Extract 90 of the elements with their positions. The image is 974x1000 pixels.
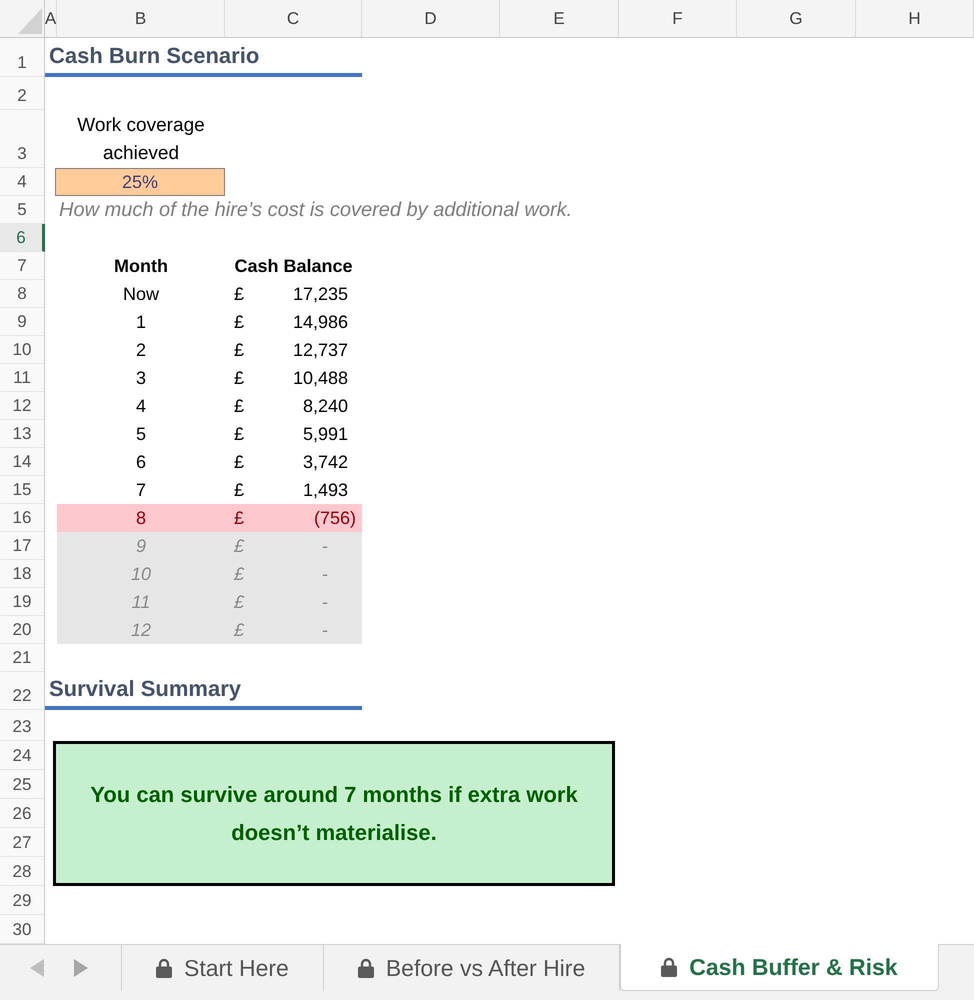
column-header[interactable]: D (362, 0, 500, 38)
row-header[interactable]: 8 (0, 280, 45, 308)
currency-sign: £ (234, 620, 244, 640)
sheet-tab[interactable]: Start Here (122, 945, 324, 991)
input-field[interactable]: 25% (55, 168, 225, 196)
month-label: 6 (136, 452, 146, 472)
month-label: 8 (136, 508, 146, 528)
row-header[interactable]: 30 (0, 915, 45, 944)
column-header[interactable]: F (619, 0, 737, 38)
month-label: 5 (136, 424, 146, 444)
balance-amount: 3,742 (302, 452, 348, 472)
row-header[interactable]: 19 (0, 588, 45, 616)
row-header[interactable]: 16 (0, 504, 45, 532)
month-label: 7 (136, 480, 146, 500)
balance-amount: - (322, 536, 328, 556)
row-header[interactable]: 6 (0, 224, 45, 252)
column-heading: Month (114, 256, 168, 276)
month-label: 2 (136, 340, 146, 360)
row-header[interactable]: 25 (0, 770, 45, 799)
currency-sign: £ (234, 592, 244, 612)
currency-sign: £ (234, 312, 244, 332)
month-label: 4 (136, 396, 146, 416)
row-header[interactable]: 22 (0, 672, 45, 710)
row-header[interactable]: 21 (0, 644, 45, 672)
row-header[interactable]: 2 (0, 77, 45, 110)
currency-sign: £ (234, 424, 244, 444)
row-header[interactable]: 4 (0, 168, 45, 196)
currency-sign: £ (234, 536, 244, 556)
column-header[interactable]: G (737, 0, 856, 38)
balance-amount: 14,986 (292, 312, 348, 332)
month-label: 10 (130, 564, 152, 584)
currency-sign: £ (234, 340, 244, 360)
row-header[interactable]: 23 (0, 710, 45, 741)
row-header[interactable]: 29 (0, 886, 45, 915)
input-label: Work coverage achieved (76, 114, 206, 166)
row-header[interactable]: 3 (0, 110, 45, 168)
currency-sign: £ (234, 480, 244, 500)
row-header[interactable]: 27 (0, 828, 45, 857)
balance-amount: - (322, 592, 328, 612)
month-label: 11 (132, 592, 150, 612)
row-header[interactable]: 18 (0, 560, 45, 588)
row-header[interactable]: 5 (0, 196, 45, 224)
balance-amount: 8,240 (302, 396, 348, 416)
month-label: 3 (136, 368, 146, 388)
month-label: 9 (136, 536, 146, 556)
column-header[interactable]: A (45, 0, 57, 38)
column-header[interactable]: C (225, 0, 362, 38)
column-header[interactable]: H (856, 0, 974, 38)
column-heading: Cash Balance (234, 256, 353, 276)
currency-sign: £ (234, 396, 244, 416)
select-all-icon[interactable] (18, 8, 42, 34)
help-note: How much of the hire’s cost is covered by additional work. (58, 198, 572, 222)
row-header[interactable]: 10 (0, 336, 45, 364)
summary-message: You can survive around 7 months if extra work doesn’t materialise. (53, 741, 615, 886)
sheet-tab[interactable]: Cash Buffer & Risk (620, 944, 939, 991)
balance-amount: - (322, 564, 328, 584)
currency-sign: £ (234, 508, 244, 528)
column-header[interactable]: B (57, 0, 225, 38)
balance-amount: 17,235 (292, 284, 348, 304)
section-title: Survival Summary (45, 672, 362, 710)
row-header[interactable]: 9 (0, 308, 45, 336)
balance-amount: 12,737 (292, 340, 348, 360)
balance-amount: 5,991 (302, 424, 348, 444)
balance-amount: 10,488 (292, 368, 348, 388)
row-header[interactable]: 11 (0, 364, 45, 392)
row-header[interactable]: 14 (0, 448, 45, 476)
currency-sign: £ (234, 368, 244, 388)
row-header[interactable]: 28 (0, 857, 45, 886)
right-triangle-icon[interactable] (74, 959, 88, 977)
month-label: 1 (136, 312, 146, 332)
balance-amount: (756) (314, 508, 356, 528)
row-header[interactable]: 24 (0, 741, 45, 770)
left-triangle-icon[interactable] (30, 959, 44, 977)
section-title: Cash Burn Scenario (45, 38, 362, 77)
row-header[interactable]: 26 (0, 799, 45, 828)
row-header[interactable]: 13 (0, 420, 45, 448)
month-label: Now (122, 284, 159, 304)
row-header[interactable]: 17 (0, 532, 45, 560)
currency-sign: £ (234, 564, 244, 584)
row-header[interactable]: 15 (0, 476, 45, 504)
currency-sign: £ (234, 452, 244, 472)
balance-amount: - (322, 620, 328, 640)
row-header[interactable]: 1 (0, 38, 45, 77)
row-header[interactable]: 7 (0, 252, 45, 280)
currency-sign: £ (234, 284, 244, 304)
balance-amount: 1,493 (302, 480, 348, 500)
row-header[interactable]: 12 (0, 392, 45, 420)
month-label: 12 (130, 620, 152, 640)
column-header[interactable]: E (500, 0, 619, 38)
row-header[interactable]: 20 (0, 616, 45, 644)
